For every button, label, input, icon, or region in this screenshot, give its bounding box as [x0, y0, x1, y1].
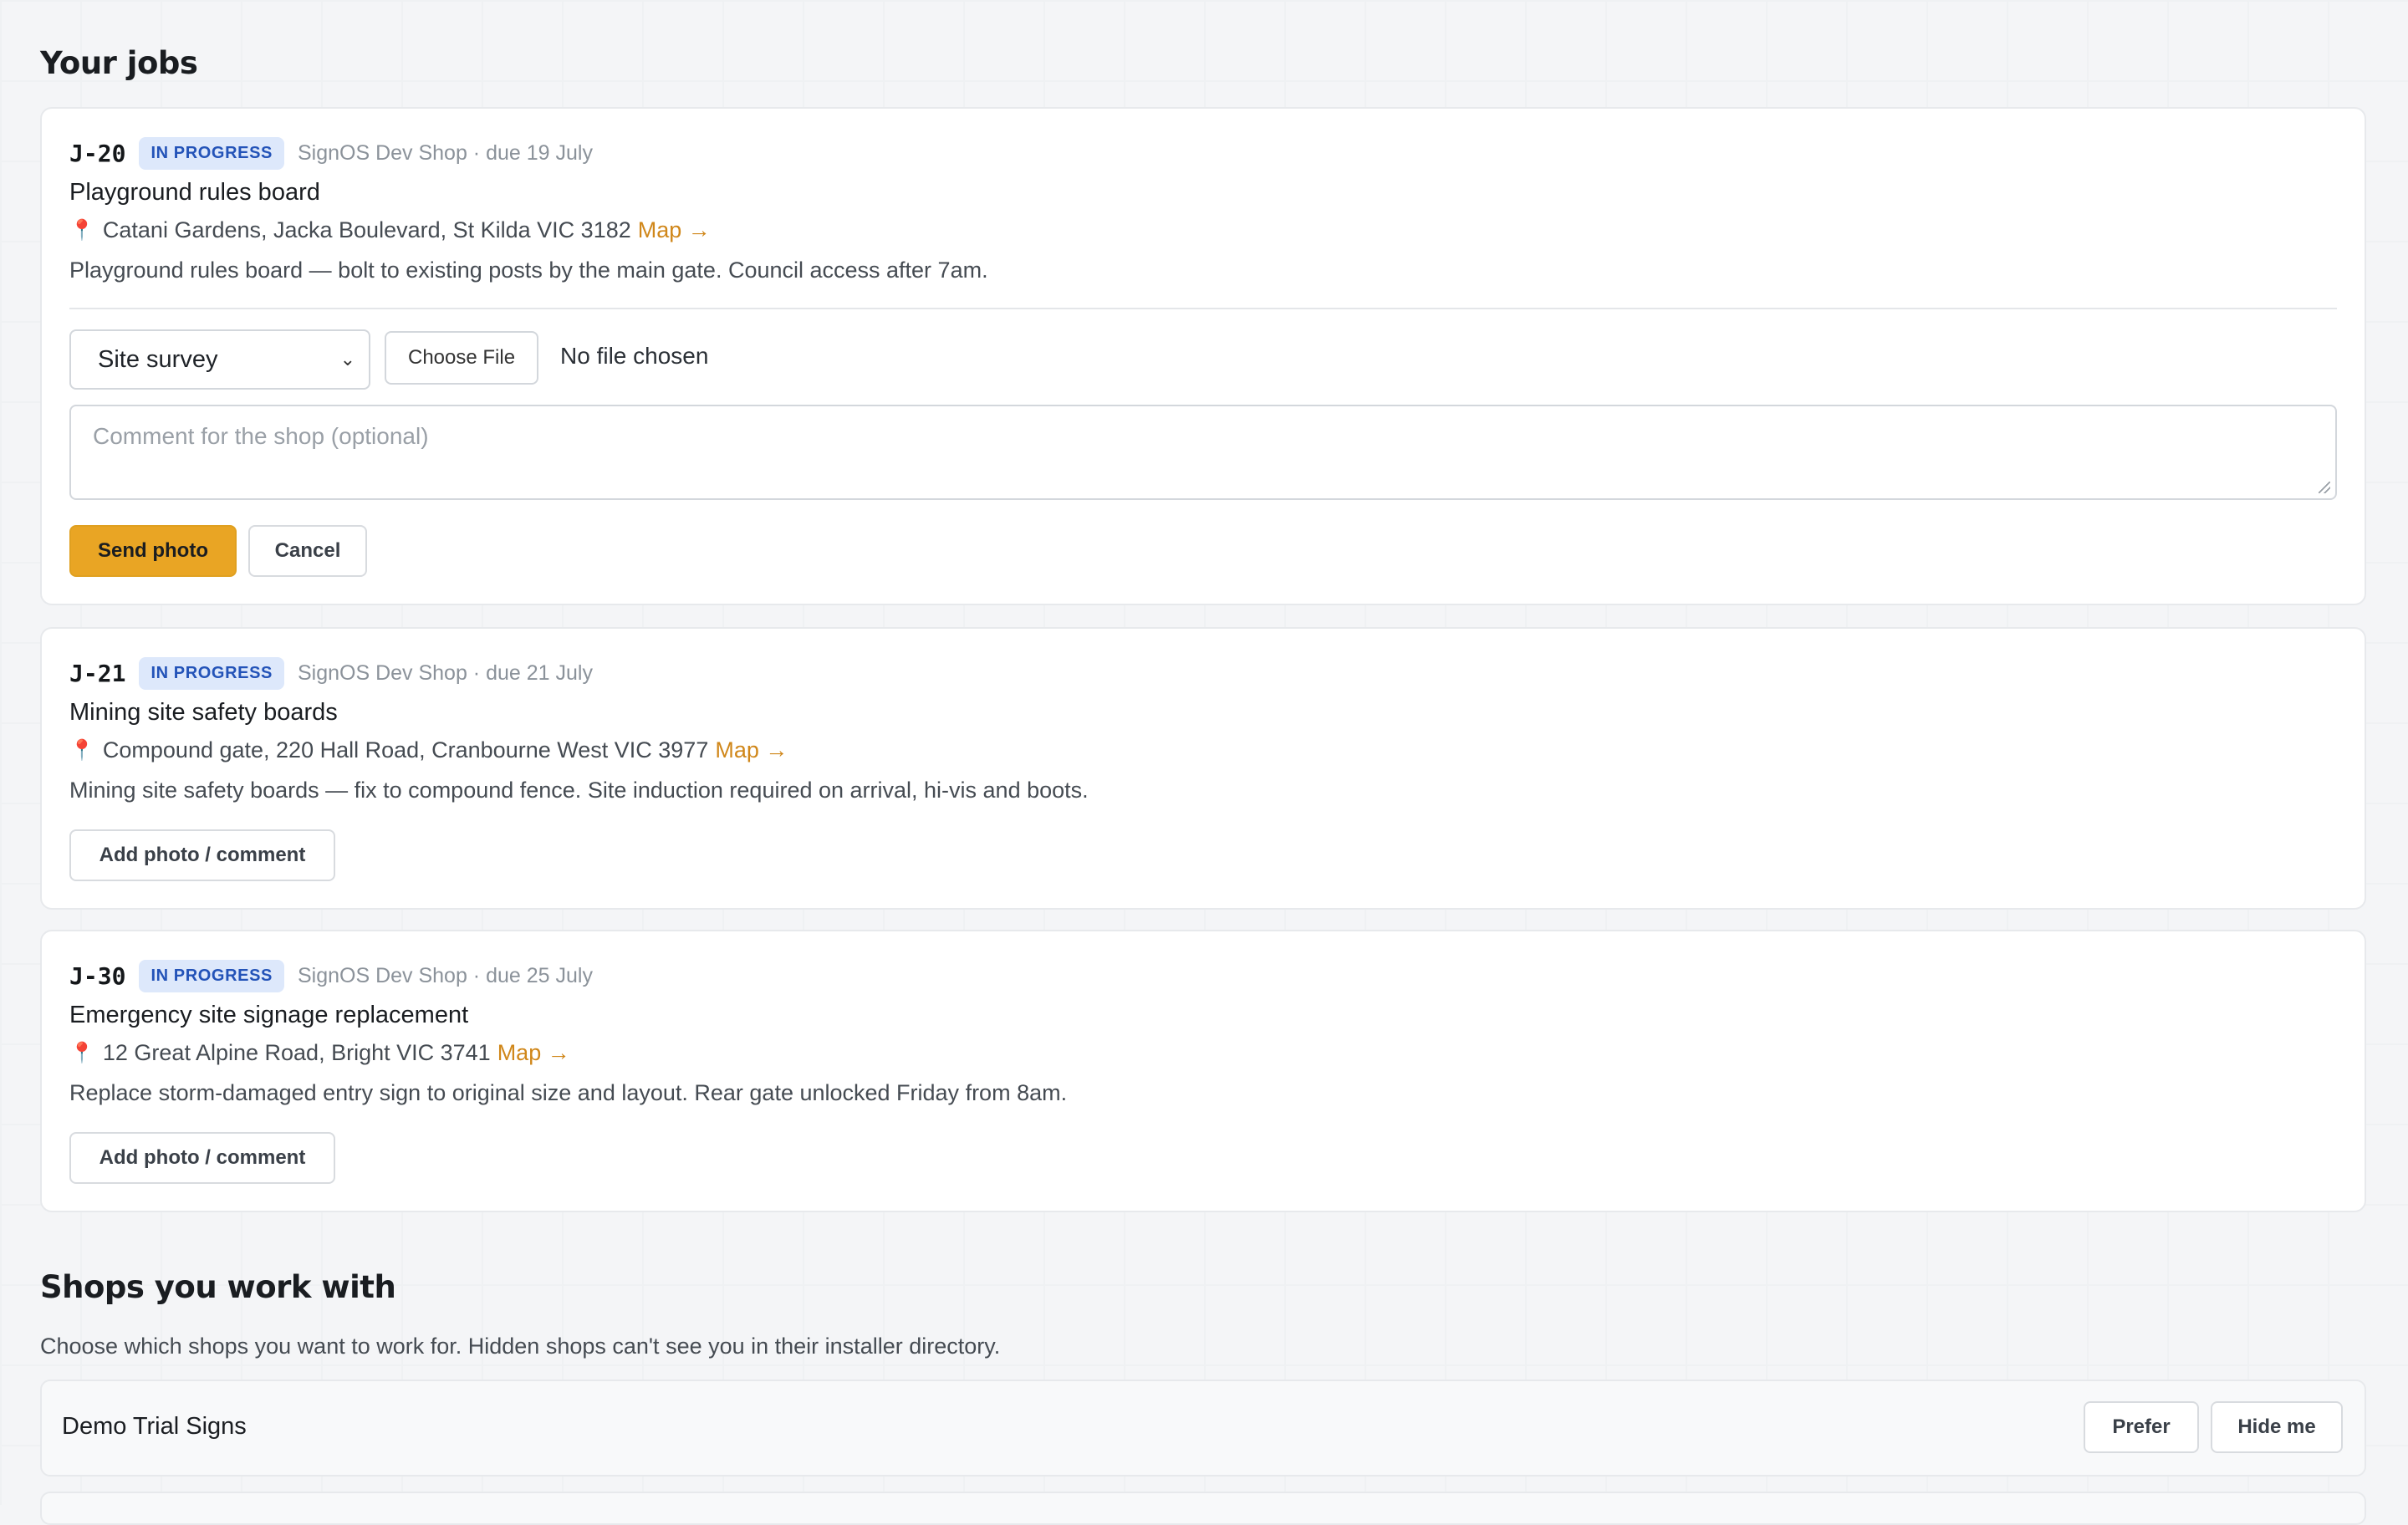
- shop-name: Demo Trial Signs: [62, 1413, 247, 1440]
- photo-type-select[interactable]: Site survey ⌄: [69, 329, 370, 390]
- add-photo-comment-button[interactable]: Add photo / comment: [69, 829, 335, 881]
- hide-me-button[interactable]: Hide me: [2211, 1401, 2343, 1453]
- chevron-down-icon: ⌄: [339, 349, 355, 370]
- jobs-section-title: Your jobs: [40, 45, 198, 81]
- shop-row: Demo Trial Signs Prefer Hide me: [40, 1380, 2366, 1477]
- shops-section-title: Shops you work with: [40, 1269, 396, 1305]
- job-meta: SignOS Dev Shop · due 25 July: [297, 964, 593, 987]
- status-badge: IN PROGRESS: [139, 137, 284, 170]
- shops-section-subtitle: Choose which shops you want to work for.…: [40, 1334, 1001, 1359]
- map-link[interactable]: Map →: [715, 737, 788, 763]
- map-pin-icon: 📍: [69, 219, 94, 242]
- shop-row-partial: [40, 1492, 2366, 1525]
- job-card: J-30 IN PROGRESS SignOS Dev Shop · due 2…: [40, 930, 2366, 1212]
- job-meta: SignOS Dev Shop · due 19 July: [297, 141, 593, 165]
- map-pin-icon: 📍: [69, 739, 94, 762]
- job-id: J-21: [69, 660, 126, 687]
- status-badge: IN PROGRESS: [139, 657, 284, 690]
- address-text: 12 Great Alpine Road, Bright VIC 3741: [102, 1040, 491, 1065]
- job-id: J-20: [69, 140, 126, 167]
- add-photo-comment-button[interactable]: Add photo / comment: [69, 1132, 335, 1184]
- job-id: J-30: [69, 962, 126, 990]
- job-title: Emergency site signage replacement: [69, 1002, 469, 1028]
- send-photo-button[interactable]: Send photo: [69, 525, 237, 577]
- file-status: No file chosen: [560, 343, 709, 369]
- map-pin-icon: 📍: [69, 1042, 94, 1064]
- job-card: J-21 IN PROGRESS SignOS Dev Shop · due 2…: [40, 627, 2366, 910]
- job-address: 📍 12 Great Alpine Road, Bright VIC 3741 …: [69, 1040, 570, 1066]
- job-header: J-20 IN PROGRESS SignOS Dev Shop · due 1…: [69, 137, 593, 170]
- job-description: Mining site safety boards — fix to compo…: [69, 778, 1089, 803]
- job-card: J-20 IN PROGRESS SignOS Dev Shop · due 1…: [40, 107, 2366, 605]
- map-link[interactable]: Map →: [638, 217, 711, 243]
- choose-file-button[interactable]: Choose File: [385, 331, 539, 385]
- comment-textarea[interactable]: Comment for the shop (optional): [69, 405, 2337, 500]
- job-address: 📍 Catani Gardens, Jacka Boulevard, St Ki…: [69, 217, 711, 243]
- address-text: Catani Gardens, Jacka Boulevard, St Kild…: [102, 217, 631, 242]
- job-header: J-30 IN PROGRESS SignOS Dev Shop · due 2…: [69, 960, 593, 992]
- job-description: Replace storm-damaged entry sign to orig…: [69, 1080, 1068, 1105]
- map-link[interactable]: Map →: [497, 1040, 570, 1066]
- prefer-button[interactable]: Prefer: [2084, 1401, 2199, 1453]
- job-title: Mining site safety boards: [69, 699, 338, 726]
- status-badge: IN PROGRESS: [139, 960, 284, 992]
- divider: [69, 308, 2337, 309]
- job-description: Playground rules board — bolt to existin…: [69, 258, 988, 283]
- job-meta: SignOS Dev Shop · due 21 July: [297, 661, 593, 685]
- cancel-button[interactable]: Cancel: [248, 525, 367, 577]
- job-header: J-21 IN PROGRESS SignOS Dev Shop · due 2…: [69, 657, 593, 690]
- resize-grip-icon[interactable]: [2319, 482, 2330, 493]
- job-address: 📍 Compound gate, 220 Hall Road, Cranbour…: [69, 737, 788, 763]
- job-title: Playground rules board: [69, 179, 320, 206]
- address-text: Compound gate, 220 Hall Road, Cranbourne…: [102, 737, 709, 762]
- photo-type-value: Site survey: [98, 345, 218, 373]
- comment-placeholder: Comment for the shop (optional): [93, 423, 429, 449]
